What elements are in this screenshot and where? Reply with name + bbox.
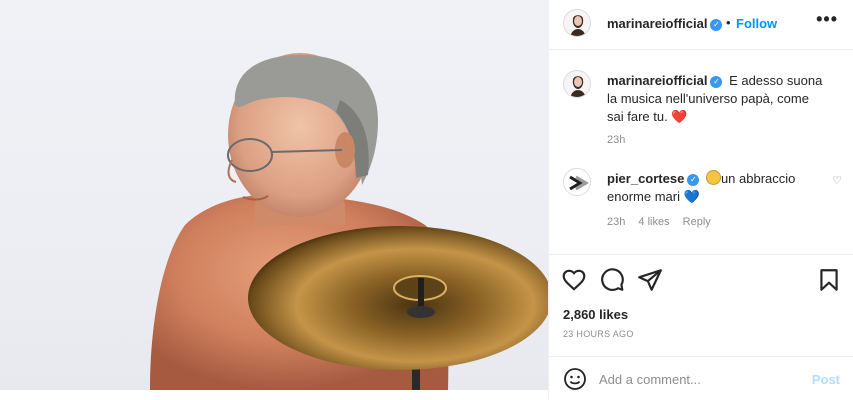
caption-text-block: marinareiofficial ✓ E adesso suona la mus… xyxy=(607,72,827,126)
separator-dot: • xyxy=(726,15,731,30)
post-actions-bar xyxy=(549,254,853,304)
author-username[interactable]: marinareiofficial ✓ xyxy=(607,16,723,31)
comment-bubble-icon[interactable] xyxy=(599,267,625,293)
avatar-image xyxy=(564,71,590,97)
comment-meta: 23h 4 likes Reply xyxy=(607,216,721,228)
post-photo[interactable] xyxy=(0,0,548,400)
smiley-icon[interactable] xyxy=(563,367,587,391)
add-comment-bar: Post xyxy=(549,356,853,400)
verified-badge-icon: ✓ xyxy=(687,174,700,186)
caption-time[interactable]: 23h xyxy=(607,134,625,146)
post-side-panel: marinareiofficial ✓ • Follow ••• marinare… xyxy=(548,0,853,400)
post-time-ago[interactable]: 23 HOURS AGO xyxy=(563,329,634,339)
avatar-image xyxy=(564,10,590,36)
caption-meta: 23h xyxy=(607,134,635,146)
commenter-avatar[interactable] xyxy=(563,168,591,196)
red-heart-emoji: ❤️ xyxy=(671,109,688,124)
post-header: marinareiofficial ✓ • Follow ••• xyxy=(549,0,853,50)
post-comment-button[interactable]: Post xyxy=(812,372,840,387)
avatar-image xyxy=(564,169,590,195)
avatar[interactable] xyxy=(563,9,591,37)
verified-badge-icon: ✓ xyxy=(710,19,723,31)
caption-username-text: marinareiofficial xyxy=(607,73,708,88)
reply-button[interactable]: Reply xyxy=(683,216,711,228)
commenter-username-text: pier_cortese xyxy=(607,171,685,186)
verified-badge-icon: ✓ xyxy=(710,76,723,88)
comment-time[interactable]: 23h xyxy=(607,216,625,228)
author-username-text: marinareiofficial xyxy=(607,16,708,31)
caption-username[interactable]: marinareiofficial ✓ xyxy=(607,73,723,88)
commenter-username[interactable]: pier_cortese ✓ xyxy=(607,171,700,186)
add-comment-input[interactable] xyxy=(599,369,799,389)
follow-button[interactable]: Follow xyxy=(736,16,777,31)
bookmark-icon[interactable] xyxy=(816,267,842,293)
paper-plane-icon[interactable] xyxy=(637,267,663,293)
comment-text-block: pier_cortese ✓ un abbraccio enorme mari 💙 xyxy=(607,170,827,206)
blue-heart-emoji: 💙 xyxy=(683,189,700,204)
comment-like-heart-icon[interactable]: ♡ xyxy=(832,174,842,187)
sad-face-emoji-icon xyxy=(705,170,721,185)
heart-outline-icon[interactable] xyxy=(561,267,587,293)
likes-count[interactable]: 2,860 likes xyxy=(563,307,628,322)
photo-frame xyxy=(0,0,548,390)
more-options-icon[interactable]: ••• xyxy=(816,9,838,30)
caption-avatar[interactable] xyxy=(563,70,591,98)
comment-likes[interactable]: 4 likes xyxy=(638,216,669,228)
photo-illustration xyxy=(150,53,548,390)
